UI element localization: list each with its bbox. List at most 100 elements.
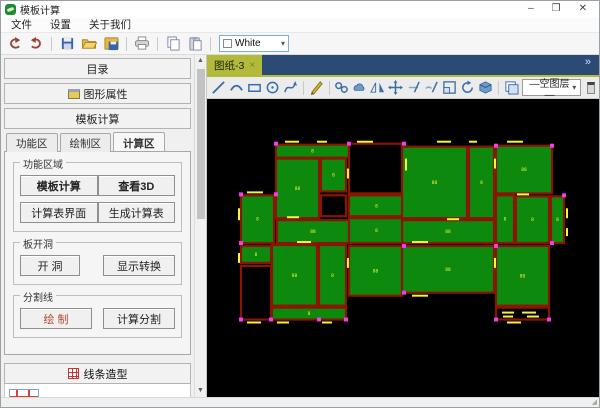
rotate-tool-icon[interactable] <box>460 79 475 96</box>
circle-tool-icon[interactable] <box>265 79 280 96</box>
move-tool-icon[interactable] <box>388 79 404 96</box>
plan-node <box>547 317 551 322</box>
layer-dropdown[interactable]: —空图层— ▾ <box>521 79 582 101</box>
save-icon[interactable] <box>58 35 76 53</box>
generate-calc-table-button[interactable]: 生成计算表 <box>97 202 175 223</box>
plan-room-mark: 8 <box>256 217 259 223</box>
plan-node <box>550 241 554 246</box>
paste-icon[interactable] <box>186 35 204 53</box>
calc-divide-button[interactable]: 计算分割 <box>103 308 175 329</box>
cloud-tool-icon[interactable] <box>352 79 367 96</box>
scale-tool-icon[interactable] <box>442 79 457 96</box>
plan-room-mark: 88 <box>445 229 451 235</box>
list-item-new-section[interactable]: 新建剖面图形 <box>7 388 188 397</box>
plan-dimension-tick <box>285 140 299 143</box>
print-icon[interactable] <box>133 35 151 53</box>
tab-draw-area[interactable]: 绘制区 <box>59 133 111 152</box>
plan-room-mark: 88 <box>373 268 379 274</box>
draw-button[interactable]: 绘 制 <box>20 308 92 329</box>
plan-dimension-tick <box>247 191 263 194</box>
close-button[interactable]: ✕ <box>579 2 587 16</box>
tab-close-icon[interactable]: × <box>249 60 255 71</box>
plan-dimension-tick <box>247 321 261 324</box>
toolbar-separator <box>328 80 330 95</box>
line-tool-icon[interactable] <box>211 79 226 96</box>
menu-file[interactable]: 文件 <box>11 17 32 32</box>
group-label: 功能区域 <box>20 156 66 171</box>
properties-icon <box>67 88 80 99</box>
maximize-button[interactable]: ❐ <box>552 2 561 16</box>
panel-toggle-icon[interactable] <box>587 81 595 94</box>
new-section-icon <box>9 389 39 397</box>
rectangle-tool-icon[interactable] <box>247 79 262 96</box>
plan-dimension-tick <box>297 241 311 244</box>
plan-dimension-tick <box>494 158 496 169</box>
scroll-down-icon[interactable]: ▼ <box>195 385 207 397</box>
line-style-header[interactable]: 线条造型 <box>4 363 191 384</box>
plan-room-mark: 8 <box>311 149 314 155</box>
group-tool-icon[interactable] <box>334 79 349 96</box>
plan-dimension-tick <box>322 321 332 324</box>
pencil-tool-icon[interactable] <box>309 79 324 96</box>
menu-settings[interactable]: 设置 <box>50 17 71 32</box>
trim-tool-icon[interactable] <box>406 79 421 96</box>
sidebar-scrollbar[interactable]: ▲ ▼ <box>194 55 206 397</box>
plan-room-mark: 88 <box>521 167 527 173</box>
sidebar-panel-properties[interactable]: 图形属性 <box>4 83 191 104</box>
template-calc-button[interactable]: 模板计算 <box>20 175 98 196</box>
drawing-canvas[interactable]: 8 88 8 8 88 8 8 88 8 88 8 8 88 8 88 8 8 8 88 88 88 <box>207 99 599 397</box>
plan-node <box>494 143 498 148</box>
open-icon[interactable] <box>80 35 98 53</box>
scrollbar-thumb[interactable] <box>196 69 205 219</box>
sidebar-panel-template-calc[interactable]: 模板计算 <box>4 108 191 129</box>
layers-icon[interactable] <box>504 79 519 96</box>
chevron-down-icon: ▾ <box>572 83 577 92</box>
plan-node <box>402 244 406 248</box>
tab-function-area[interactable]: 功能区 <box>6 133 58 152</box>
mirror-tool-icon[interactable] <box>370 79 385 96</box>
save-as-icon[interactable] <box>102 35 120 53</box>
plan-dimension-tick <box>287 216 299 219</box>
plan-room-mark: 88 <box>432 180 438 186</box>
tab-calc-area[interactable]: 计算区 <box>113 132 165 151</box>
plan-node <box>274 192 278 197</box>
plan-dimension-tick <box>566 208 568 219</box>
view-3d-icon[interactable] <box>478 79 493 96</box>
plan-dimension-tick <box>317 140 327 143</box>
sidebar-panel-directory[interactable]: 目录 <box>4 58 191 79</box>
color-dropdown[interactable]: White ▾ <box>219 35 289 52</box>
redo-icon[interactable] <box>27 35 45 53</box>
plan-room-mark: 8 <box>308 311 311 317</box>
calc-table-ui-button[interactable]: 计算表界面 <box>20 202 98 223</box>
plan-dimension-tick <box>238 252 240 263</box>
sidebar: 目录 图形属性 模板计算 功能区 绘制区 计算区 功能区域 模板计算 查看3D … <box>1 55 207 397</box>
plan-node <box>402 141 406 146</box>
plan-room-mark: 8 <box>375 228 378 234</box>
spline-tool-icon[interactable] <box>283 79 298 96</box>
plan-dimension-tick <box>447 218 459 221</box>
extend-tool-icon[interactable] <box>424 79 439 96</box>
minimize-button[interactable]: – <box>528 2 534 16</box>
view-3d-button[interactable]: 查看3D <box>97 175 175 196</box>
plan-dimension-tick <box>357 140 373 143</box>
grid-icon <box>67 368 79 379</box>
layer-dropdown-value: —空图层— <box>529 78 570 101</box>
plan-dimension-tick <box>522 311 536 314</box>
copy-icon[interactable] <box>164 35 182 53</box>
toolbar-separator <box>210 36 211 51</box>
window-title: 模板计算 <box>20 5 60 17</box>
title-bar: 模板计算 – ❐ ✕ <box>1 1 599 17</box>
plan-void <box>239 264 273 321</box>
open-hole-button[interactable]: 开 洞 <box>20 255 80 276</box>
tab-body: 功能区域 模板计算 查看3D 计算表界面 生成计算表 板开洞 开 洞 显示转换 … <box>4 151 191 355</box>
display-convert-button[interactable]: 显示转换 <box>103 255 175 276</box>
scroll-up-icon[interactable]: ▲ <box>195 55 207 67</box>
undo-icon[interactable] <box>5 35 23 53</box>
plan-node <box>239 241 243 246</box>
resize-grip-icon: ◢ <box>591 399 597 406</box>
tab-drawing-3[interactable]: 图纸-3 × <box>207 55 263 75</box>
plan-room-mark: 8 <box>531 217 534 223</box>
tab-overflow-icon[interactable]: » <box>585 55 599 75</box>
menu-about[interactable]: 关于我们 <box>89 17 131 32</box>
arc-tool-icon[interactable] <box>229 79 244 96</box>
